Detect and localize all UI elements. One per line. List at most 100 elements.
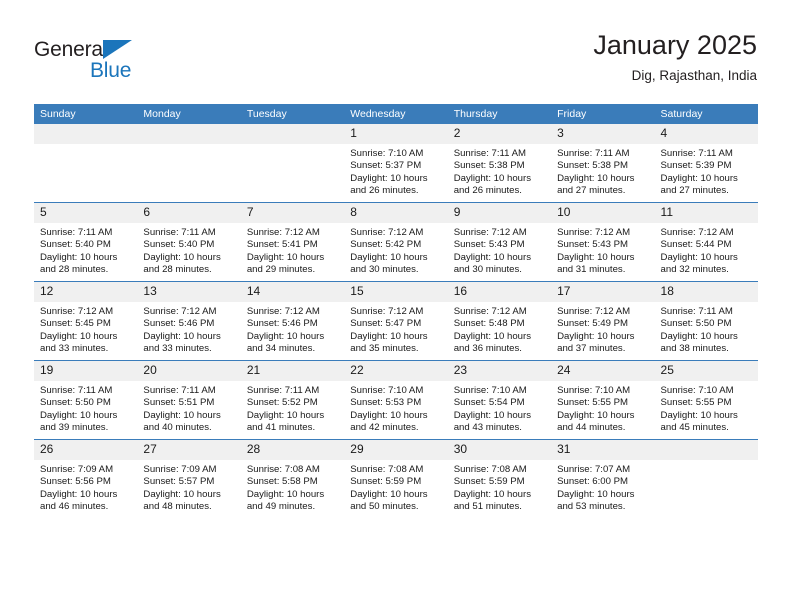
calendar-day-cell[interactable]: 28 Sunrise: 7:08 AM Sunset: 5:58 PM Dayligh… [240, 439, 345, 518]
calendar-day-cell[interactable]: 20 Sunrise: 7:11 AM Sunset: 5:51 PM Dayligh… [137, 360, 241, 440]
daylight-text-line1: Daylight: 10 hours [143, 409, 221, 421]
day-number: 11 [654, 203, 758, 223]
calendar-day-cell[interactable]: 31 Sunrise: 7:07 AM Sunset: 6:00 PM Dayligh… [551, 439, 655, 518]
sunset-text: Sunset: 5:42 PM [350, 239, 422, 251]
daylight-text-line2: and 41 minutes. [246, 421, 316, 433]
calendar-day-cell[interactable]: 13 Sunrise: 7:12 AM Sunset: 5:46 PM Dayligh… [137, 281, 241, 361]
daylight-text-line2: and 35 minutes. [350, 342, 419, 354]
calendar-day-cell[interactable]: 4 Sunrise: 7:11 AM Sunset: 5:39 PM Daylight… [654, 124, 758, 203]
daylight-text-line2: and 40 minutes. [143, 421, 212, 433]
sunrise-text: Sunrise: 7:12 AM [660, 227, 734, 238]
calendar-day-cell[interactable]: 8 Sunrise: 7:12 AM Sunset: 5:42 PM Daylight… [344, 202, 448, 282]
day-number: 27 [137, 440, 241, 460]
sunset-text: Sunset: 5:43 PM [557, 239, 629, 251]
sunset-text: Sunset: 5:58 PM [246, 476, 318, 488]
calendar-day-cell[interactable]: 19 Sunrise: 7:11 AM Sunset: 5:50 PM Dayligh… [34, 360, 138, 440]
calendar-day-cell[interactable]: 11 Sunrise: 7:12 AM Sunset: 5:44 PM Dayligh… [654, 202, 758, 282]
day-details [241, 144, 344, 148]
day-number: 9 [447, 203, 552, 223]
day-number [240, 124, 345, 144]
calendar-day-cell[interactable]: 29 Sunrise: 7:08 AM Sunset: 5:59 PM Dayligh… [344, 439, 448, 518]
sunrise-text: Sunrise: 7:11 AM [246, 385, 320, 396]
day-number: 18 [654, 282, 758, 302]
day-details: Sunrise: 7:10 AM Sunset: 5:54 PM Daylight:… [448, 381, 551, 434]
calendar-week-row: 19 Sunrise: 7:11 AM Sunset: 5:50 PM Dayligh… [34, 360, 758, 440]
daylight-text-line2: and 50 minutes. [350, 500, 419, 512]
day-number: 5 [34, 203, 138, 223]
day-details: Sunrise: 7:09 AM Sunset: 5:57 PM Daylight:… [137, 460, 240, 513]
generalblue-logo[interactable]: General Blue [34, 38, 164, 86]
day-number: 23 [447, 361, 552, 381]
calendar-day-cell[interactable]: 21 Sunrise: 7:11 AM Sunset: 5:52 PM Dayligh… [240, 360, 345, 440]
calendar-day-cell[interactable]: 18 Sunrise: 7:11 AM Sunset: 5:50 PM Dayligh… [654, 281, 758, 361]
daylight-text-line2: and 38 minutes. [660, 342, 729, 354]
calendar-day-cell[interactable]: 26 Sunrise: 7:09 AM Sunset: 5:56 PM Dayligh… [34, 439, 138, 518]
calendar-day-cell[interactable]: 16 Sunrise: 7:12 AM Sunset: 5:48 PM Dayligh… [447, 281, 552, 361]
calendar-day-cell-empty [654, 439, 758, 518]
day-details: Sunrise: 7:12 AM Sunset: 5:43 PM Daylight:… [448, 223, 551, 276]
day-number [654, 440, 758, 460]
calendar-day-cell[interactable]: 15 Sunrise: 7:12 AM Sunset: 5:47 PM Dayligh… [344, 281, 448, 361]
day-number: 12 [34, 282, 138, 302]
daylight-text-line2: and 43 minutes. [453, 421, 522, 433]
calendar-day-cell[interactable]: 25 Sunrise: 7:10 AM Sunset: 5:55 PM Dayligh… [654, 360, 758, 440]
day-details: Sunrise: 7:07 AM Sunset: 6:00 PM Daylight:… [551, 460, 654, 513]
sunrise-text: Sunrise: 7:12 AM [557, 306, 631, 317]
calendar-day-cell-empty [34, 124, 138, 203]
daylight-text-line1: Daylight: 10 hours [453, 172, 532, 184]
day-details: Sunrise: 7:10 AM Sunset: 5:37 PM Daylight:… [344, 144, 447, 197]
sunset-text: Sunset: 5:54 PM [453, 397, 525, 409]
day-details: Sunrise: 7:08 AM Sunset: 5:59 PM Daylight:… [344, 460, 447, 513]
sunset-text: Sunset: 5:55 PM [557, 397, 629, 409]
daylight-text-line1: Daylight: 10 hours [557, 488, 635, 500]
calendar-day-cell[interactable]: 12 Sunrise: 7:12 AM Sunset: 5:45 PM Dayligh… [34, 281, 138, 361]
calendar-day-cell[interactable]: 24 Sunrise: 7:10 AM Sunset: 5:55 PM Dayligh… [551, 360, 655, 440]
daylight-text-line2: and 42 minutes. [350, 421, 419, 433]
calendar-day-cell[interactable]: 5 Sunrise: 7:11 AM Sunset: 5:40 PM Daylight… [34, 202, 138, 282]
calendar-body: 1 Sunrise: 7:10 AM Sunset: 5:37 PM Daylight… [34, 124, 758, 518]
daylight-text-line1: Daylight: 10 hours [453, 251, 532, 263]
calendar-day-cell[interactable]: 3 Sunrise: 7:11 AM Sunset: 5:38 PM Daylight… [551, 124, 655, 203]
sunset-text: Sunset: 5:43 PM [453, 239, 525, 251]
sunset-text: Sunset: 5:57 PM [143, 476, 215, 488]
calendar-day-cell[interactable]: 2 Sunrise: 7:11 AM Sunset: 5:38 PM Daylight… [447, 124, 552, 203]
daylight-text-line2: and 33 minutes. [40, 342, 109, 354]
sunrise-text: Sunrise: 7:10 AM [350, 148, 424, 159]
day-details [34, 144, 137, 148]
weekday-header-saturday: Saturday [654, 104, 758, 124]
calendar-day-cell[interactable]: 27 Sunrise: 7:09 AM Sunset: 5:57 PM Dayligh… [137, 439, 241, 518]
daylight-text-line2: and 28 minutes. [143, 263, 212, 275]
calendar-day-cell[interactable]: 10 Sunrise: 7:12 AM Sunset: 5:43 PM Dayligh… [551, 202, 655, 282]
calendar-day-cell[interactable]: 23 Sunrise: 7:10 AM Sunset: 5:54 PM Dayligh… [447, 360, 552, 440]
daylight-text-line2: and 26 minutes. [453, 184, 522, 196]
sunrise-text: Sunrise: 7:08 AM [246, 464, 320, 475]
calendar-day-cell[interactable]: 6 Sunrise: 7:11 AM Sunset: 5:40 PM Daylight… [137, 202, 241, 282]
daylight-text-line1: Daylight: 10 hours [143, 488, 221, 500]
calendar-grid: Sunday Monday Tuesday Wednesday Thursday Frid… [34, 104, 758, 518]
calendar-day-cell[interactable]: 9 Sunrise: 7:12 AM Sunset: 5:43 PM Daylight… [447, 202, 552, 282]
day-details: Sunrise: 7:12 AM Sunset: 5:43 PM Daylight:… [551, 223, 654, 276]
sunset-text: Sunset: 5:48 PM [453, 318, 525, 330]
calendar-day-cell[interactable]: 17 Sunrise: 7:12 AM Sunset: 5:49 PM Dayligh… [551, 281, 655, 361]
daylight-text-line2: and 53 minutes. [557, 500, 626, 512]
calendar-day-cell[interactable]: 14 Sunrise: 7:12 AM Sunset: 5:46 PM Dayligh… [240, 281, 345, 361]
calendar-day-cell[interactable]: 30 Sunrise: 7:08 AM Sunset: 5:59 PM Dayligh… [447, 439, 552, 518]
day-details: Sunrise: 7:12 AM Sunset: 5:49 PM Daylight:… [551, 302, 654, 355]
daylight-text-line1: Daylight: 10 hours [143, 251, 221, 263]
sunset-text: Sunset: 5:37 PM [350, 160, 422, 172]
daylight-text-line2: and 48 minutes. [143, 500, 212, 512]
logo-text-blue: Blue [90, 59, 132, 82]
calendar-day-cell[interactable]: 7 Sunrise: 7:12 AM Sunset: 5:41 PM Daylight… [240, 202, 345, 282]
daylight-text-line2: and 31 minutes. [557, 263, 626, 275]
calendar-day-cell-empty [137, 124, 241, 203]
daylight-text-line2: and 44 minutes. [557, 421, 626, 433]
day-number: 25 [654, 361, 758, 381]
calendar-day-cell[interactable]: 1 Sunrise: 7:10 AM Sunset: 5:37 PM Daylight… [344, 124, 448, 203]
daylight-text-line2: and 32 minutes. [660, 263, 729, 275]
sunset-text: Sunset: 5:52 PM [246, 397, 318, 409]
calendar-day-cell[interactable]: 22 Sunrise: 7:10 AM Sunset: 5:53 PM Dayligh… [344, 360, 448, 440]
day-number: 16 [447, 282, 552, 302]
day-number: 24 [551, 361, 655, 381]
day-number: 17 [551, 282, 655, 302]
day-number: 28 [240, 440, 345, 460]
